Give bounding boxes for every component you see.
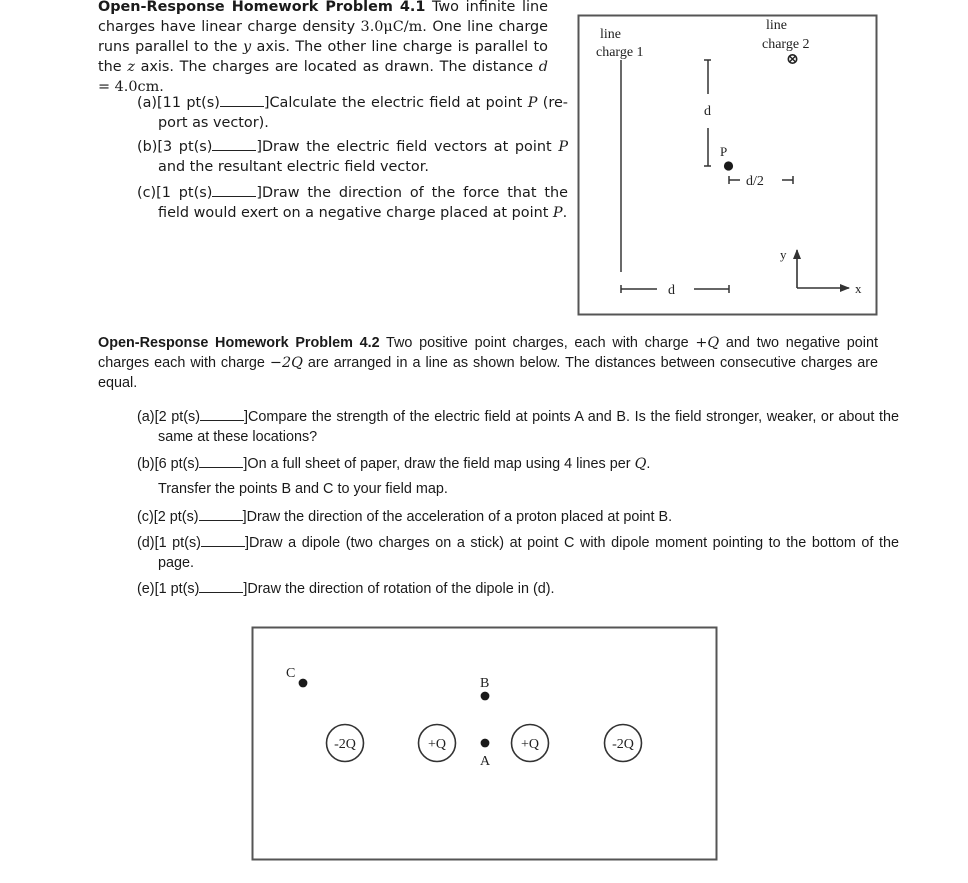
score-blank[interactable] xyxy=(200,406,244,421)
point-a xyxy=(480,738,490,748)
charge-pos-q: +Q xyxy=(417,723,457,763)
problem-4-2-part-c: (c)[2 pt(s)]Draw the direction of the ac… xyxy=(137,506,878,527)
point-p-label: P xyxy=(720,144,727,159)
score-blank[interactable] xyxy=(200,532,245,547)
svg-text:-2Q: -2Q xyxy=(334,737,356,752)
horizontal-distance-marker xyxy=(620,285,730,293)
svg-text:-2Q: -2Q xyxy=(612,737,634,752)
problem-4-2-part-a: (a)[2 pt(s)]Compare the strength of the … xyxy=(137,406,899,447)
charge-neg-2q: -2Q xyxy=(325,723,365,763)
charge-pos-q: +Q xyxy=(510,723,550,763)
point-c-label: C xyxy=(286,666,295,681)
point-b-label: B xyxy=(480,676,489,691)
problem-4-2-part-b: (b)[6 pt(s)]On a full sheet of paper, dr… xyxy=(137,453,878,474)
x-axis-label: x xyxy=(855,281,862,296)
problem-4-2-part-b-followup: Transfer the points B and C to your fiel… xyxy=(158,481,448,497)
point-charge-figure: C B A -2Q +Q +Q -2Q xyxy=(251,626,718,861)
problem-4-2-heading: Open-Response Homework Problem 4.2 xyxy=(98,335,380,351)
score-blank[interactable] xyxy=(199,453,244,468)
horizontal-distance-label: d xyxy=(668,283,675,298)
vertical-distance-label: d xyxy=(704,104,711,119)
score-blank[interactable] xyxy=(199,578,244,593)
point-c xyxy=(298,678,308,688)
charge-neg-2q: -2Q xyxy=(603,723,643,763)
point-a-label: A xyxy=(480,754,491,769)
line-charge-1-label: charge 1 xyxy=(596,45,644,60)
problem-4-2-part-d: (d)[1 pt(s)]Draw a dipole (two charges o… xyxy=(137,532,899,573)
line-charge-1-label: line xyxy=(600,27,621,42)
svg-text:+Q: +Q xyxy=(428,737,446,752)
line-charge-2-label: charge 2 xyxy=(762,37,810,52)
problem-4-2-part-e: (e)[1 pt(s)]Draw the direction of rotati… xyxy=(137,578,878,599)
line-charge-2-label: line xyxy=(766,18,787,33)
line-charge-figure: line charge 1 line charge 2 d P d/2 d y xyxy=(577,14,878,316)
point-b xyxy=(480,691,490,701)
problem-4-2-intro: Open-Response Homework Problem 4.2 Two p… xyxy=(98,335,879,391)
y-axis-label: y xyxy=(780,247,787,262)
svg-text:+Q: +Q xyxy=(521,737,539,752)
into-page-icon xyxy=(787,53,798,64)
point-p xyxy=(723,161,734,171)
score-blank[interactable] xyxy=(198,506,243,521)
half-distance-label: d/2 xyxy=(746,174,764,189)
coordinate-axes xyxy=(793,249,850,292)
